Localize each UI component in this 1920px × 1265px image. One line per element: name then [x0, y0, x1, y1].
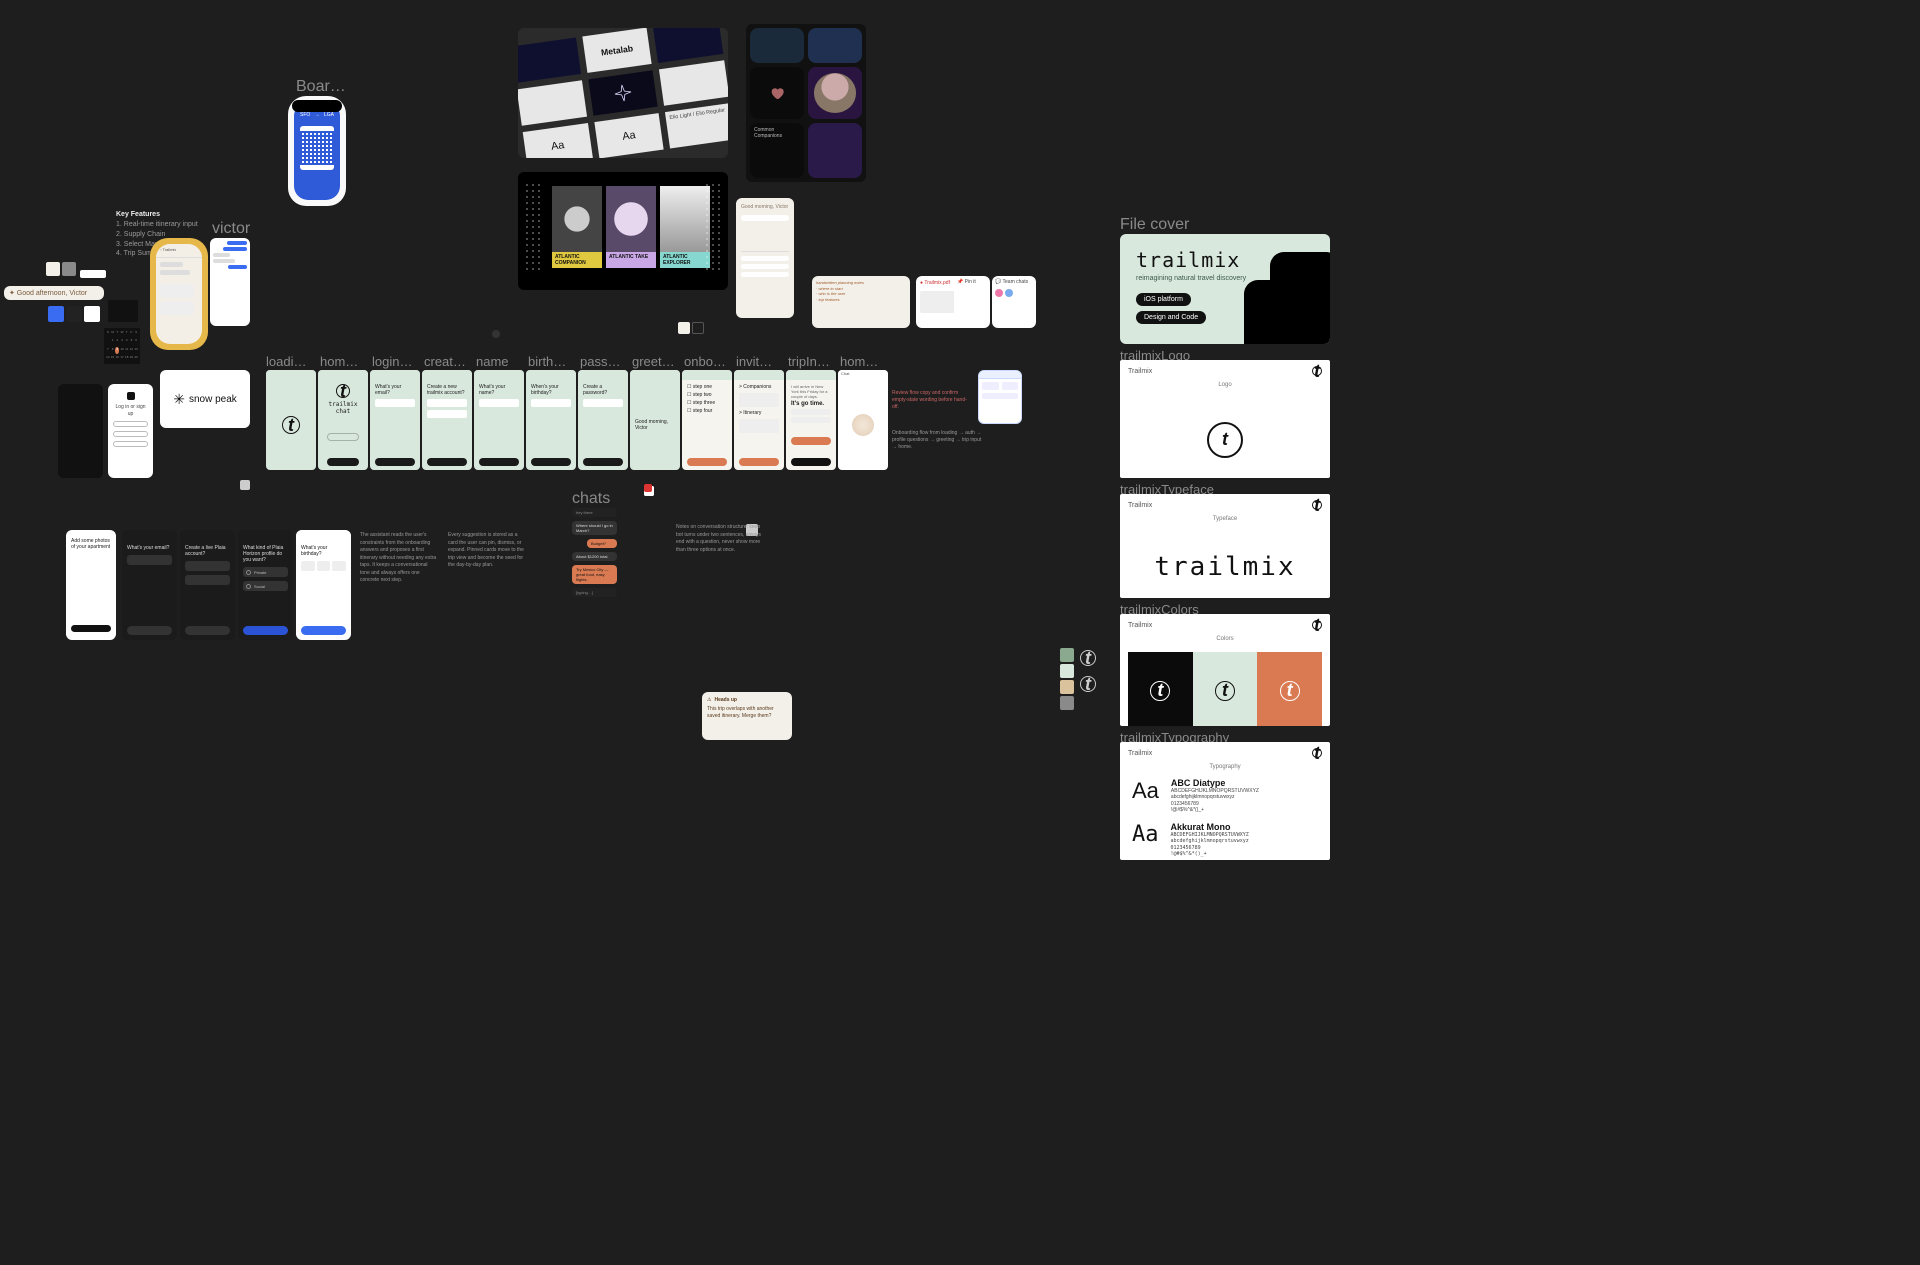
victor-chat-panel	[210, 238, 250, 326]
screen-greet[interactable]: Good morning, Victor	[630, 370, 680, 470]
popover-mock[interactable]	[978, 370, 1022, 424]
sticky-note: handwritten planning notes· where to sta…	[812, 276, 910, 328]
poster-2-title: ATLANTIC EXPLORER	[660, 252, 710, 268]
tiny-label-card	[80, 270, 106, 278]
screen-home-chat[interactable]: trailmix chat	[318, 370, 368, 470]
poster-1-title: ATLANTIC TAKE	[606, 252, 656, 268]
annotation-grey: Onboarding flow from loading → auth → pr…	[892, 430, 982, 451]
dialog-card[interactable]: ⚠︎Heads up This trip overlaps with anoth…	[702, 692, 792, 740]
row-label-tripin: tripIn…	[788, 354, 830, 369]
hidden-dup	[58, 384, 103, 478]
moodboard-metalab: Metalab Aa Aa Elio Light / Elio Regular	[518, 28, 728, 158]
paragraph-b: Every suggestion is stored as a card the…	[448, 532, 526, 570]
row-label-home2: hom…	[840, 354, 878, 369]
brand-typeface-card: Trailmix Typeface trailmix	[1120, 494, 1330, 598]
stray-a	[240, 480, 250, 490]
dark-email[interactable]: What's your email?	[122, 530, 177, 640]
key-features-title: Key Features	[116, 210, 160, 219]
row-label-invite: invit…	[736, 354, 772, 369]
chip-red	[644, 484, 652, 492]
screen-login[interactable]: What's your email?	[370, 370, 420, 470]
poster-0-title: ATLANTIC COMPANION	[552, 252, 602, 268]
mini-swatch-4	[1060, 696, 1074, 710]
heart-icon	[769, 85, 785, 101]
note-pin-c[interactable]: 💬 Team chats	[992, 276, 1036, 328]
frame-label-boar: Boar…	[296, 78, 346, 96]
row-label-pass: pass…	[580, 354, 620, 369]
brand-colors-card: Trailmix Colors	[1120, 614, 1330, 726]
row-label-create: creat…	[424, 354, 466, 369]
screen-create[interactable]: Create a new trailmix account?	[422, 370, 472, 470]
screen-password[interactable]: Create a password?	[578, 370, 628, 470]
light-upload-mock[interactable]: Add some photos of your apartment	[66, 530, 116, 640]
swatch-grey	[62, 262, 76, 276]
victor-phone[interactable]: ◦ Trailmix	[150, 238, 208, 350]
snowpeak-card: ✳snow peak	[160, 370, 250, 428]
boarding-pass-phone[interactable]: SFO→LGA	[288, 96, 346, 206]
login-opt-0[interactable]	[113, 421, 148, 427]
metalab-aa-2: Aa	[594, 113, 664, 158]
tiny-dark-card	[108, 300, 138, 322]
row-label-onbo: onbo…	[684, 354, 726, 369]
mini-swatch-1	[1060, 648, 1074, 662]
screen-home-chat-2[interactable]: Chat	[838, 370, 888, 470]
metalab-wordmark: Metalab	[582, 28, 652, 73]
paragraph-c: Notes on conversation structure: keep bo…	[676, 524, 766, 554]
note-pin-b[interactable]: 📌 Pin it	[954, 276, 990, 328]
mini-swatch-2	[1060, 664, 1074, 678]
login-opt-2[interactable]	[113, 441, 148, 447]
light-birthday[interactable]: What's your birthday?	[296, 530, 351, 640]
mini-logo-1	[1080, 650, 1096, 666]
frame-label-chats: chats	[572, 490, 610, 508]
brand-cover: trailmix reimagining natural travel disc…	[1120, 234, 1330, 344]
dark-profile-type[interactable]: What kind of Plaia Horizon profile do yo…	[238, 530, 293, 640]
screen-loading[interactable]	[266, 370, 316, 470]
brand-logo-card: Trailmix Logo	[1120, 360, 1330, 478]
greeting-pill: ✦ Good afternoon, Victor	[4, 286, 104, 300]
dark-create[interactable]: Create a live Plaia account?	[180, 530, 235, 640]
screen-tripin[interactable]: I will arrive in New York this Friday fo…	[786, 370, 836, 470]
login-opt-1[interactable]	[113, 431, 148, 437]
mini-swatch-3	[1060, 680, 1074, 694]
swatch-black	[66, 306, 82, 322]
tiny-swatch-b	[692, 322, 704, 334]
warning-icon: ⚠︎	[707, 697, 711, 703]
row-label-name: name	[476, 354, 509, 369]
perplexity-logo-icon	[127, 392, 135, 400]
mini-calendar[interactable]: SMTWTFS 123456 78910111213 1415161718192…	[104, 328, 140, 364]
poster-board: ATLANTIC COMPANION ATLANTIC TAKE ATLANTI…	[518, 172, 728, 290]
brand-pill-0: iOS platform	[1136, 293, 1191, 306]
moodboard-apps: CommonCompanions	[746, 24, 866, 182]
row-label-birth: birth…	[528, 354, 566, 369]
chat-bubbles: hey there Where should I go in March? Bu…	[572, 508, 617, 597]
sparkle-icon	[612, 82, 634, 104]
screen-onboarding[interactable]: ☐ step one ☐ step two ☐ step three ☐ ste…	[682, 370, 732, 470]
swatch-blue	[48, 306, 64, 322]
paragraph-a: The assistant reads the user's constrain…	[360, 532, 438, 585]
row-label-login: login…	[372, 354, 412, 369]
frame-label-victor: victor	[212, 220, 250, 238]
metalab-font-label: Elio Light / Elio Regular	[665, 103, 728, 148]
metalab-aa: Aa	[523, 123, 593, 158]
row-label-loading: loadi…	[266, 354, 306, 369]
swatch-cream	[46, 262, 60, 276]
frame-label-file-cover: File cover	[1120, 216, 1189, 234]
stray-dot	[492, 330, 500, 338]
qr-icon	[300, 126, 334, 170]
screen-birthday[interactable]: When's your birthday?	[526, 370, 576, 470]
row-label-greet: greet…	[632, 354, 675, 369]
mini-logo-2	[1080, 676, 1096, 692]
brand-typography-card: Trailmix Typography Aa ABC Diatype ABCDE…	[1120, 742, 1330, 860]
screen-name[interactable]: What's your name?	[474, 370, 524, 470]
tiny-swatch-a	[678, 322, 690, 334]
row-label-home1: hom…	[320, 354, 358, 369]
email-input[interactable]	[375, 399, 415, 407]
swatch-white	[84, 306, 100, 322]
ai-card: Good morning, Victor	[736, 198, 794, 318]
ai-card-greeting: Good morning, Victor	[741, 204, 789, 211]
screen-invite[interactable]: > Companions > Itinerary	[734, 370, 784, 470]
brand-pill-1: Design and Code	[1136, 311, 1206, 324]
perplexity-login[interactable]: Log in or sign up	[108, 384, 153, 478]
annotation-red: Review flow copy and confirm empty-state…	[892, 390, 972, 411]
